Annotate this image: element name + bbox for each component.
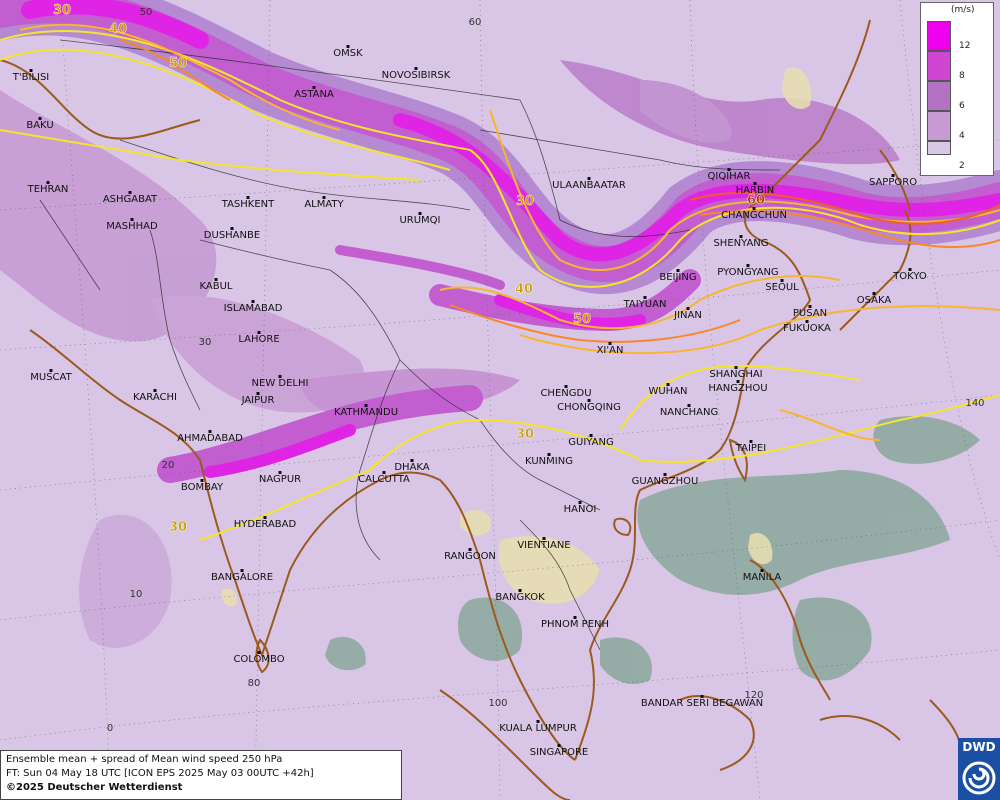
city-label: ALMATY xyxy=(304,199,344,210)
city-label: KARACHI xyxy=(133,392,177,403)
city-label: TAIPEI xyxy=(735,443,766,454)
wind-speed-legend: (m/s) 12 8 6 4 2 xyxy=(920,2,994,176)
contour-label: 40 xyxy=(515,282,533,297)
graticule-label: 10 xyxy=(130,589,143,600)
city-label: MASHHAD xyxy=(106,221,158,232)
wind-speed-map: 304050304050603030 506030201080010012014… xyxy=(0,0,1000,800)
city-label: HANOI xyxy=(564,504,597,515)
legend-swatch xyxy=(927,51,951,81)
city-label: BEIJING xyxy=(659,272,696,283)
city-label: SHANGHAI xyxy=(709,369,762,380)
forecast-time: FT: Sun 04 May 18 UTC [ICON EPS 2025 May… xyxy=(6,768,314,779)
city-label: GUIYANG xyxy=(568,437,613,448)
city-label: SEOUL xyxy=(765,282,799,293)
city-label: CALCUTTA xyxy=(358,474,410,485)
legend-tick: 6 xyxy=(959,101,965,111)
graticule-label: 140 xyxy=(965,398,984,409)
city-label: LAHORE xyxy=(238,334,279,345)
city-label: HYDERABAD xyxy=(234,519,297,530)
contour-label: 30 xyxy=(169,520,187,535)
city-label: KUALA LUMPUR xyxy=(499,723,577,734)
legend-swatch xyxy=(927,111,951,141)
legend-swatch xyxy=(927,141,951,155)
contour-label: 30 xyxy=(53,3,71,18)
legend-swatch xyxy=(927,21,951,51)
city-label: ASHGABAT xyxy=(103,194,158,205)
city-label: RANGOON xyxy=(444,551,496,562)
map-title: Ensemble mean + spread of Mean wind spee… xyxy=(6,754,283,765)
contour-label: 30 xyxy=(516,427,534,442)
map-info-box: Ensemble mean + spread of Mean wind spee… xyxy=(0,750,402,800)
city-label: TEHRAN xyxy=(27,184,69,195)
city-label: MUSCAT xyxy=(30,372,72,383)
city-label: TASHKENT xyxy=(221,199,275,210)
city-label: XI'AN xyxy=(597,345,624,356)
city-label: GUANGZHOU xyxy=(632,476,699,487)
city-label: MANILA xyxy=(743,572,782,583)
graticule-label: 30 xyxy=(199,337,212,348)
city-label: NAGPUR xyxy=(259,474,301,485)
city-label: VIENTIANE xyxy=(517,540,570,551)
city-label: DHAKA xyxy=(394,462,429,473)
contour-label: 50 xyxy=(573,312,591,327)
legend-tick: 2 xyxy=(959,161,965,171)
city-label: HANGZHOU xyxy=(708,383,767,394)
city-label: NEW DELHI xyxy=(252,378,309,389)
dwd-logo: DWD xyxy=(958,738,1000,800)
city-label: PYONGYANG xyxy=(717,267,778,278)
city-label: OMSK xyxy=(333,48,363,59)
city-label: SHENYANG xyxy=(713,238,768,249)
city-label: ASTANA xyxy=(294,89,334,100)
graticule-label: 60 xyxy=(469,17,482,28)
city-label: NOVOSIBIRSK xyxy=(382,70,451,81)
city-label: ULAANBAATAR xyxy=(552,180,626,191)
legend-swatch xyxy=(927,81,951,111)
legend-tick: 8 xyxy=(959,71,965,81)
city-label: BAKU xyxy=(26,120,53,131)
city-label: PHNOM PENH xyxy=(541,619,609,630)
city-label: AHMADABAD xyxy=(177,433,243,444)
city-label: NANCHANG xyxy=(660,407,718,418)
contour-label: 50 xyxy=(169,56,187,71)
city-label: PUSAN xyxy=(793,308,827,319)
city-label: CHANGCHUN xyxy=(721,210,787,221)
legend-unit: (m/s) xyxy=(951,5,975,15)
city-label: KATHMANDU xyxy=(334,407,398,418)
city-label: JAIPUR xyxy=(241,395,275,406)
dwd-swirl-icon xyxy=(962,761,996,795)
city-label: BOMBAY xyxy=(181,482,224,493)
legend-tick: 12 xyxy=(959,41,971,51)
city-label: OSAKA xyxy=(857,295,892,306)
city-label: URUMQI xyxy=(399,215,440,226)
graticule-label: 50 xyxy=(140,7,153,18)
city-label: WUHAN xyxy=(648,386,687,397)
city-label: HARBIN xyxy=(736,185,775,196)
city-label: CHENGDU xyxy=(540,388,591,399)
graticule-label: 20 xyxy=(162,460,175,471)
city-label: TAIYUAN xyxy=(623,299,667,310)
city-label: KABUL xyxy=(200,281,233,292)
city-label: FUKUOKA xyxy=(783,323,831,334)
city-label: SINGAPORE xyxy=(530,747,589,758)
contour-label: 30 xyxy=(516,194,534,209)
city-label: T'BILISI xyxy=(12,72,49,83)
city-label: COLOMBO xyxy=(233,654,284,665)
city-label: DUSHANBE xyxy=(204,230,260,241)
copyright-notice: ©2025 Deutscher Wetterdienst xyxy=(6,782,183,793)
city-label: BANDAR SERI BEGAWAN xyxy=(641,698,763,709)
city-label: SAPPORO xyxy=(869,177,917,188)
graticule-label: 0 xyxy=(107,723,113,734)
city-label: TOKYO xyxy=(892,271,927,282)
contour-label: 40 xyxy=(109,22,127,37)
city-label: JINAN xyxy=(673,310,702,321)
city-label: QIQIHAR xyxy=(708,171,751,182)
city-label: ISLAMABAD xyxy=(224,303,283,314)
city-label: BANGALORE xyxy=(211,572,273,583)
graticule-label: 80 xyxy=(248,678,261,689)
city-label: CHONGQING xyxy=(557,402,621,413)
graticule-label: 100 xyxy=(488,698,507,709)
city-label: KUNMING xyxy=(525,456,573,467)
legend-tick: 4 xyxy=(959,131,965,141)
city-label: BANGKOK xyxy=(495,592,545,603)
